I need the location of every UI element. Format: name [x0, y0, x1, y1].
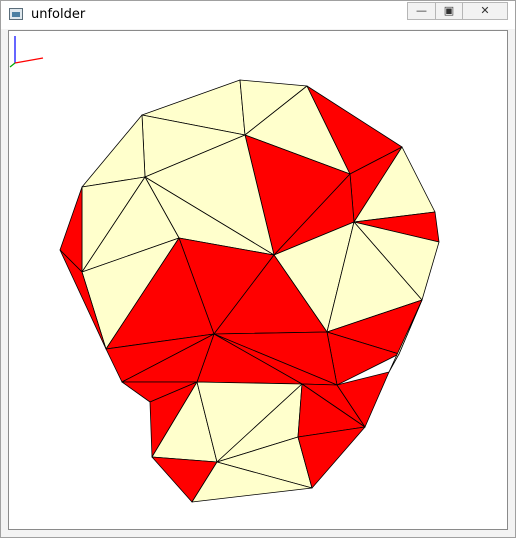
- title-bar[interactable]: unfolder — ▣ ✕: [1, 1, 515, 29]
- app-window: unfolder — ▣ ✕: [0, 0, 516, 538]
- maximize-button[interactable]: ▣: [435, 2, 463, 20]
- maximize-icon: ▣: [443, 4, 455, 17]
- mesh-face[interactable]: [81, 114, 146, 188]
- 3d-viewport[interactable]: [8, 30, 508, 530]
- app-window-icon[interactable]: [9, 8, 23, 20]
- axis-gizmo-icon: [9, 36, 44, 68]
- close-icon: ✕: [480, 4, 490, 17]
- close-button[interactable]: ✕: [462, 2, 508, 20]
- minimize-icon: —: [416, 4, 427, 17]
- window-title: unfolder: [31, 7, 86, 22]
- minimize-button[interactable]: —: [407, 2, 435, 20]
- mesh-face[interactable]: [59, 186, 83, 273]
- mesh-model[interactable]: [9, 31, 507, 529]
